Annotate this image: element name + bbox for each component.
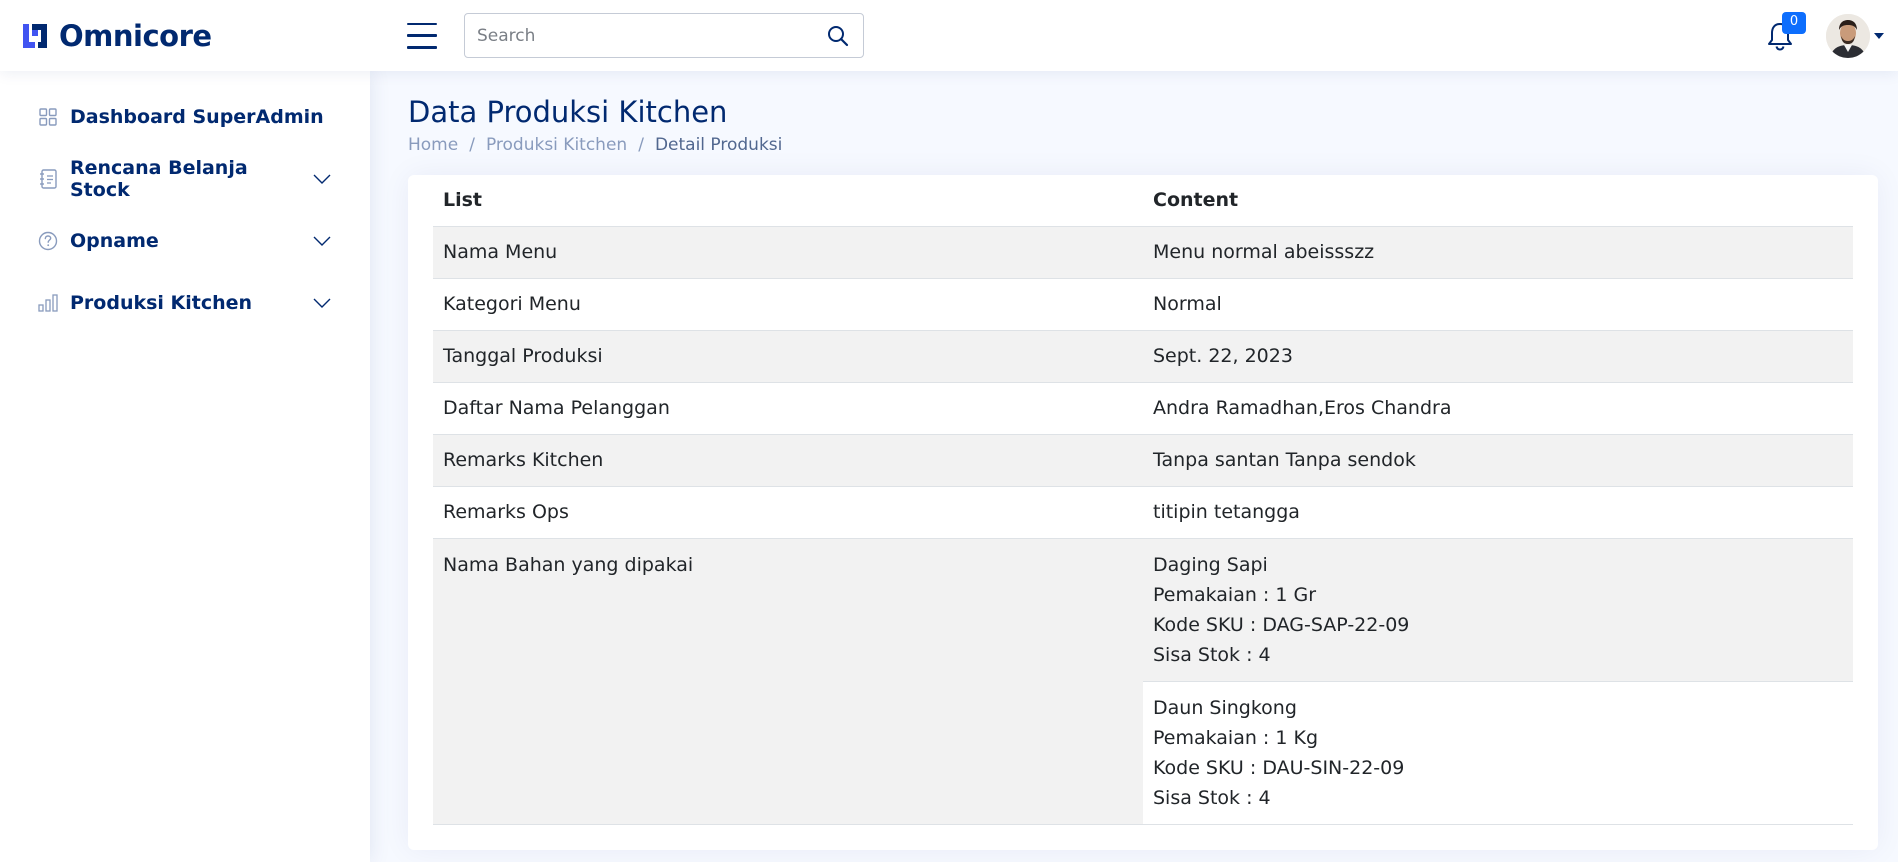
breadcrumb-current: Detail Produksi	[654, 135, 783, 155]
search-button[interactable]	[825, 23, 851, 49]
search-icon	[828, 25, 849, 46]
row-label: Tanggal Produksi	[433, 330, 1143, 383]
profile-dropdown[interactable]	[1826, 13, 1884, 58]
table-row: Daftar Nama Pelanggan Andra Ramadhan,Ero…	[433, 382, 1853, 435]
search-bar	[464, 13, 864, 58]
sidebar-item-rencana-belanja-stock[interactable]: Rencana Belanja Stock	[20, 155, 350, 202]
avatar	[1826, 13, 1870, 58]
logo-icon	[23, 23, 47, 48]
row-label: Kategori Menu	[433, 278, 1143, 331]
row-value: Tanpa santan Tanpa sendok	[1143, 434, 1853, 487]
sidebar-item-label: Rencana Belanja Stock	[70, 156, 248, 201]
sidebar-item-dashboard[interactable]: Dashboard SuperAdmin	[20, 93, 350, 140]
menu-icon-line	[407, 46, 437, 49]
table-row: Nama Menu Menu normal abeissszz	[433, 226, 1853, 279]
row-value: Sept. 22, 2023	[1143, 330, 1853, 383]
sidebar-toggle-button[interactable]	[407, 22, 437, 49]
sidebar: Dashboard SuperAdmin Rencana Belanja Sto…	[0, 71, 370, 862]
row-label: Remarks Kitchen	[433, 434, 1143, 487]
chevron-down-icon	[1874, 32, 1884, 39]
sidebar-item-opname[interactable]: Opname	[20, 217, 350, 264]
brand-logo[interactable]: Omnicore	[20, 19, 390, 53]
journal-icon	[38, 168, 58, 189]
detail-card: List Content Nama Menu Menu normal abeis…	[408, 175, 1878, 850]
material-stock: Sisa Stok : 4	[1153, 643, 1271, 666]
row-value: Menu normal abeissszz	[1143, 226, 1853, 279]
sidebar-item-label: Produksi Kitchen	[70, 291, 253, 314]
table-row: Remarks Kitchen Tanpa santan Tanpa sendo…	[433, 434, 1853, 487]
row-value: Andra Ramadhan,Eros Chandra	[1143, 382, 1853, 435]
breadcrumb-separator: /	[638, 135, 644, 155]
table-row: Remarks Ops titipin tetangga	[433, 486, 1853, 539]
row-value: Normal	[1143, 278, 1853, 331]
table-row: Tanggal Produksi Sept. 22, 2023	[433, 330, 1853, 383]
row-value: titipin tetangga	[1143, 486, 1853, 539]
menu-icon	[407, 22, 437, 25]
breadcrumb-produksi-kitchen-link[interactable]: Produksi Kitchen	[486, 135, 627, 155]
column-header-content: Content	[1143, 175, 1853, 227]
breadcrumb-separator: /	[469, 135, 475, 155]
notification-count-badge: 0	[1782, 11, 1806, 34]
bar-chart-icon	[38, 293, 58, 313]
top-header: Omnicore 0	[0, 0, 1898, 71]
table-row: Kategori Menu Normal	[433, 278, 1853, 331]
notifications-button[interactable]: 0	[1762, 11, 1806, 54]
table-row-materials: Nama Bahan yang dipakai Daging Sapi Pema…	[433, 538, 1853, 825]
brand-name: Omnicore	[59, 18, 212, 53]
menu-icon-line	[407, 34, 437, 37]
row-label: Daftar Nama Pelanggan	[433, 382, 1143, 435]
search-input[interactable]	[477, 25, 825, 46]
breadcrumb-home-link[interactable]: Home	[408, 135, 458, 155]
chevron-down-icon	[312, 169, 332, 189]
breadcrumb: Home / Produksi Kitchen / Detail Produks…	[408, 135, 1878, 155]
detail-table: List Content Nama Menu Menu normal abeis…	[433, 175, 1853, 825]
main-content: Data Produksi Kitchen Home / Produksi Ki…	[370, 71, 1898, 862]
row-label: Nama Bahan yang dipakai	[433, 538, 1143, 825]
chevron-down-icon	[312, 231, 332, 251]
material-entry: Daun Singkong Pemakaian : 1 Kg Kode SKU …	[1143, 681, 1853, 825]
sidebar-item-label: Dashboard SuperAdmin	[70, 105, 324, 128]
material-name: Daging Sapi	[1153, 553, 1268, 576]
material-sku: Kode SKU : DAU-SIN-22-09	[1153, 756, 1405, 779]
header-actions: 0	[1762, 11, 1884, 58]
column-header-list: List	[433, 175, 1143, 227]
material-usage: Pemakaian : 1 Gr	[1153, 583, 1317, 606]
material-usage: Pemakaian : 1 Kg	[1153, 726, 1319, 749]
material-stock: Sisa Stok : 4	[1153, 786, 1271, 809]
sidebar-item-produksi-kitchen[interactable]: Produksi Kitchen	[20, 279, 350, 326]
page-title: Data Produksi Kitchen	[408, 95, 728, 129]
row-label: Remarks Ops	[433, 486, 1143, 539]
sidebar-item-label: Opname	[70, 229, 159, 252]
chevron-down-icon	[312, 293, 332, 313]
material-sku: Kode SKU : DAG-SAP-22-09	[1153, 613, 1410, 636]
table-header-row: List Content	[433, 175, 1853, 227]
grid-icon	[38, 107, 58, 127]
row-label: Nama Menu	[433, 226, 1143, 279]
material-name: Daun Singkong	[1153, 696, 1297, 719]
material-entry: Daging Sapi Pemakaian : 1 Gr Kode SKU : …	[1143, 538, 1853, 682]
question-circle-icon	[38, 231, 58, 251]
